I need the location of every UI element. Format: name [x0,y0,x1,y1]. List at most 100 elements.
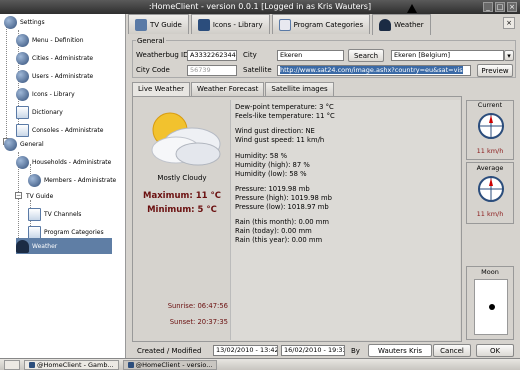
detail-line: Wind gust direction: NE [235,127,315,135]
weather-subtabs: Live Weather Weather Forecast Satellite … [132,82,335,96]
tree-item-tv-channels[interactable]: TV Channels [28,206,81,222]
close-icon[interactable]: × [507,2,517,12]
satellite-url: http://www.sat24.com/image.ashx?country=… [280,66,463,74]
tab-live-weather[interactable]: Live Weather [132,82,190,96]
general-group-title: General [136,37,166,45]
created-date: 13/02/2010 - 13:42 [213,345,278,356]
window-titlebar[interactable]: :HomeClient - version 0.0.1 [Logged in a… [0,0,520,14]
average-wind-title: Average [476,164,504,172]
tree-item-label: Households - Administrate [32,158,112,166]
mostly-cloudy-icon [151,112,221,166]
taskbar-item-active[interactable]: @HomeClient - versio... [122,359,218,370]
ok-button[interactable]: OK [476,344,514,357]
tab-satellite-images[interactable]: Satellite images [265,82,334,96]
cancel-button[interactable]: Cancel [433,344,471,357]
tab-label: TV Guide [150,20,182,29]
compass-icon [478,113,504,139]
minimize-icon[interactable]: _ [483,2,493,12]
tab-weather-forecast[interactable]: Weather Forecast [191,82,265,96]
detail-line: Pressure (low): 1018.97 mb [235,203,329,211]
start-icon[interactable] [4,359,20,370]
tree-item-menu-definition[interactable]: Menu - Definition [16,32,84,48]
city-select[interactable]: Ekeren [Belgium] [391,50,504,61]
minimum-temp: Minimum: 5 °C [147,205,217,215]
average-wind-speed: 11 km/h [476,210,504,218]
tree-item-label: TV Channels [44,210,82,218]
tree-item-label: Program Categories [44,228,104,236]
search-button[interactable]: Search [348,49,384,62]
moon-phase-icon [489,304,495,310]
maximize-icon[interactable]: □ [495,2,505,12]
satellite-url-field[interactable]: http://www.sat24.com/image.ashx?country=… [277,65,471,76]
tree-item-label: Menu - Definition [32,36,84,44]
tree-item-tv-guide[interactable]: TV Guide [16,188,53,204]
tab-label: Icons - Library [212,20,263,29]
tree-item-members[interactable]: Members - Administrate [28,172,116,188]
preview-button[interactable]: Preview [477,64,513,77]
sunrise-text: Sunrise: 06:47:56 [167,302,228,310]
settings-icon [4,15,17,29]
tree-item-general[interactable]: General [4,136,44,152]
average-wind-box: Average 11 km/h [466,162,514,224]
taskbar-item-label: @HomeClient - Gamb... [37,360,114,369]
detail-line: Humidity (high): 87 % [235,161,310,169]
detail-line: Rain (this month): 0.00 mm [235,218,330,226]
detail-line: Wind gust speed: 11 km/h [235,136,325,144]
detail-line: Pressure (high): 1019.98 mb [235,194,332,202]
tree-item-dictionary[interactable]: Dictionary [16,104,63,120]
star-icon [197,18,210,31]
taskbar-item[interactable]: @HomeClient - Gamb... [24,359,119,370]
general-icon [4,137,17,151]
tree-item-icons-library[interactable]: Icons - Library [16,86,75,102]
tree-item-users[interactable]: Users - Administrate [16,68,93,84]
sunset-text: Sunset: 20:37:35 [169,318,228,326]
tab-weather[interactable]: Weather [372,14,431,35]
household-icon [16,155,29,169]
category-icon [278,18,291,31]
tab-program-categories[interactable]: Program Categories [271,14,371,34]
taskbar-item-label: @HomeClient - versio... [135,360,213,369]
condition-text: Mostly Cloudy [157,174,207,182]
tree-item-label: Icons - Library [32,90,75,98]
city-label: City [243,51,257,59]
detail-line: Pressure: 1019.98 mb [235,185,310,193]
detail-line: Humidity (low): 58 % [235,170,307,178]
tree-item-weather[interactable]: Weather [16,238,112,254]
by-label: By [351,347,360,355]
tree-item-label: Settings [20,18,45,26]
taskbar: @HomeClient - Gamb... @HomeClient - vers… [0,358,520,370]
weatherbug-label: Weatherbug ID [136,51,189,59]
close-tab-icon[interactable]: × [503,17,515,29]
dictionary-icon [16,105,29,119]
app-icon [127,361,134,368]
tree-item-label: Weather [32,242,58,250]
mouse-cursor-icon [407,4,417,13]
user-field: Wauters Kris [368,344,432,357]
compass-icon [478,176,504,202]
citycode-field[interactable]: 56739 [187,65,237,76]
city-field[interactable]: Ekeren [277,50,344,61]
tab-label: Program Categories [293,20,364,29]
tab-tv-guide[interactable]: TV Guide [128,14,189,34]
moon-box: Moon [466,266,514,340]
maximum-temp: Maximum: 11 °C [143,191,221,201]
weatherbug-id-field[interactable]: A3332262344 [187,50,237,61]
window-title: :HomeClient - version 0.0.1 [Logged in a… [148,2,372,11]
satellite-label: Satellite [243,66,272,74]
tab-label: Weather [394,21,424,29]
chevron-down-icon[interactable]: ▾ [504,50,514,61]
navigation-tree: − − Settings Menu - Definition Cities - … [0,14,126,358]
tree-item-households[interactable]: Households - Administrate [16,154,111,170]
current-wind-speed: 11 km/h [476,147,504,155]
tree-item-cities[interactable]: Cities - Administrate [16,50,93,66]
tab-icons-library[interactable]: Icons - Library [190,14,270,34]
users-icon [16,69,29,83]
detail-line: Rain (today): 0.00 mm [235,227,312,235]
detail-line: Rain (this year): 0.00 mm [235,236,323,244]
tree-item-settings[interactable]: Settings [4,14,45,30]
tree-item-label: Consoles - Administrate [32,126,104,134]
citycode-label: City Code [136,66,170,74]
current-wind-title: Current [477,101,503,109]
tree-item-label: Users - Administrate [32,72,94,80]
weather-details: Dew-point temperature: 3 °C Feels-like t… [230,100,460,340]
